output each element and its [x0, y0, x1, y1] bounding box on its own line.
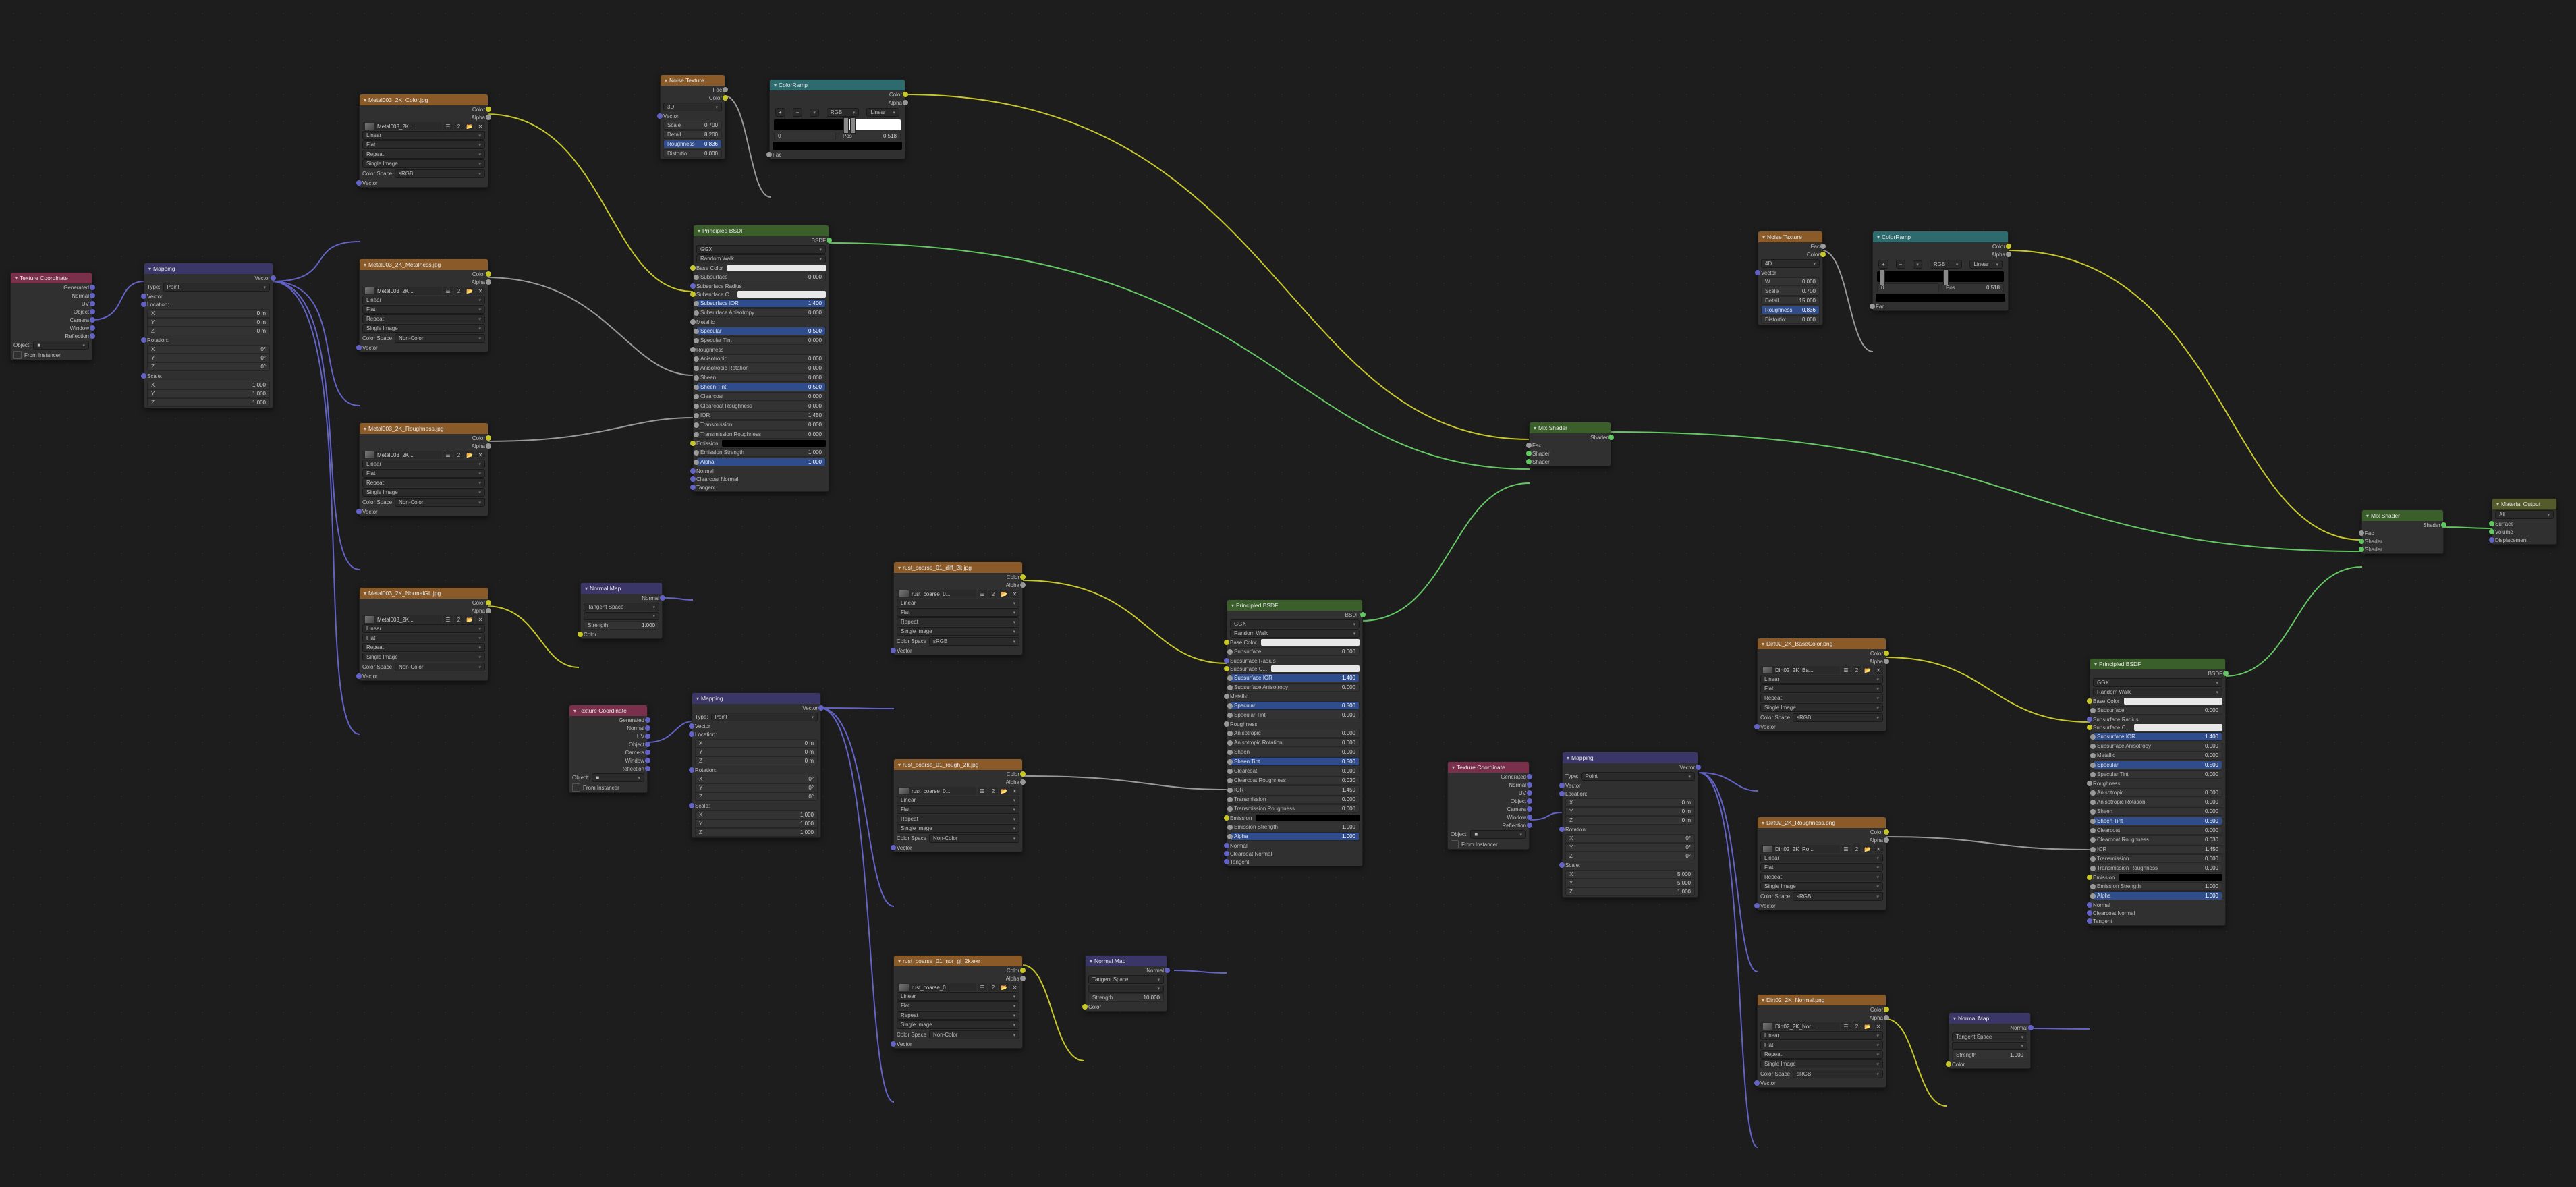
- node-image-metal-color[interactable]: ▾Metal003_2K_Color.jpg Color Alpha Metal…: [359, 94, 488, 188]
- node-normalmap-3[interactable]: ▾Normal Map Normal Tangent Space▾ ▾ Stre…: [1949, 1012, 2031, 1069]
- node-texture-coordinate-3[interactable]: ▾Texture Coordinate Generated Normal UV …: [1447, 761, 1530, 850]
- ramp-gradient[interactable]: [1877, 271, 2004, 282]
- ramp-gradient[interactable]: [774, 119, 901, 130]
- image-browser[interactable]: Metal003_2K...☰2📂✕: [362, 122, 485, 130]
- image-icon: [365, 123, 374, 130]
- node-texture-coordinate-2[interactable]: ▾Texture Coordinate Generated Normal UV …: [569, 705, 648, 793]
- node-colorramp-2[interactable]: ▾ColorRamp Color Alpha + − ▾ RGB▾ Linear…: [1872, 231, 2009, 311]
- node-image-dirt-nor[interactable]: ▾Dirt02_2K_Normal.png Color Alpha Dirt02…: [1757, 994, 1886, 1088]
- node-normalmap-1[interactable]: ▾Normal Map Normal Tangent Space▾ ▾ Stre…: [580, 582, 663, 639]
- node-mapping-3[interactable]: ▾Mapping Vector Type:Point▾ Vector Locat…: [1562, 752, 1698, 898]
- node-image-dirt-base[interactable]: ▾Dirt02_2K_BaseColor.png Color Alpha Dir…: [1757, 638, 1886, 731]
- node-noise-2[interactable]: ▾Noise Texture Fac Color 4D▾ Vector W0.0…: [1758, 231, 1823, 325]
- node-image-metal-normal[interactable]: ▾Metal003_2K_NormalGL.jpg Color Alpha Me…: [359, 587, 488, 681]
- node-principled-1[interactable]: ▾Principled BSDF BSDF GGX▾ Random Walk▾ …: [693, 225, 829, 492]
- node-mix-shader-2[interactable]: ▾Mix Shader Shader Fac Shader Shader: [2361, 509, 2444, 554]
- node-header[interactable]: ▾Texture Coordinate: [11, 273, 92, 283]
- node-image-rust-nor[interactable]: ▾rust_coarse_01_nor_gl_2k.exr Color Alph…: [893, 955, 1023, 1049]
- node-normalmap-2[interactable]: ▾Normal Map Normal Tangent Space▾ ▾ Stre…: [1085, 955, 1167, 1012]
- node-principled-3[interactable]: ▾Principled BSDF BSDF GGX▾ Random Walk▾ …: [2090, 658, 2226, 926]
- node-principled-2[interactable]: ▾Principled BSDF BSDF GGX▾ Random Walk▾ …: [1227, 599, 1363, 866]
- node-mapping-1[interactable]: ▾Mapping Vector Type:Point▾ Vector Locat…: [144, 263, 273, 408]
- node-mix-shader-1[interactable]: ▾Mix Shader Shader Fac Shader Shader: [1529, 422, 1611, 466]
- type-select[interactable]: Point▾: [163, 283, 270, 292]
- node-image-rust-diff[interactable]: ▾rust_coarse_01_diff_2k.jpg Color Alpha …: [893, 561, 1023, 655]
- node-material-output[interactable]: ▾Material Output All▾ Surface Volume Dis…: [2492, 498, 2557, 545]
- node-image-dirt-rough[interactable]: ▾Dirt02_2K_Roughness.png Color Alpha Dir…: [1757, 817, 1886, 910]
- node-image-rust-rough[interactable]: ▾rust_coarse_01_rough_2k.jpg Color Alpha…: [893, 758, 1023, 852]
- node-image-metal-roughness[interactable]: ▾Metal003_2K_Roughness.jpg Color Alpha M…: [359, 422, 488, 516]
- node-image-metal-metalness[interactable]: ▾Metal003_2K_Metalness.jpg Color Alpha M…: [359, 258, 488, 352]
- node-title: Texture Coordinate: [20, 275, 68, 281]
- node-mapping-2[interactable]: ▾Mapping Vector Type:Point▾ Vector Locat…: [692, 692, 821, 838]
- node-texture-coordinate-1[interactable]: ▾Texture Coordinate Generated Normal UV …: [10, 272, 92, 360]
- ramp-color[interactable]: [773, 142, 902, 150]
- from-instancer-check[interactable]: From Instancer: [11, 350, 92, 360]
- node-noise-1[interactable]: ▾Noise Texture Fac Color 3D▾ Vector Scal…: [660, 74, 725, 159]
- object-field[interactable]: Object: ■▾: [11, 340, 92, 350]
- node-colorramp-1[interactable]: ▾ColorRamp Color Alpha + − ▾ RGB▾ Linear…: [769, 79, 905, 159]
